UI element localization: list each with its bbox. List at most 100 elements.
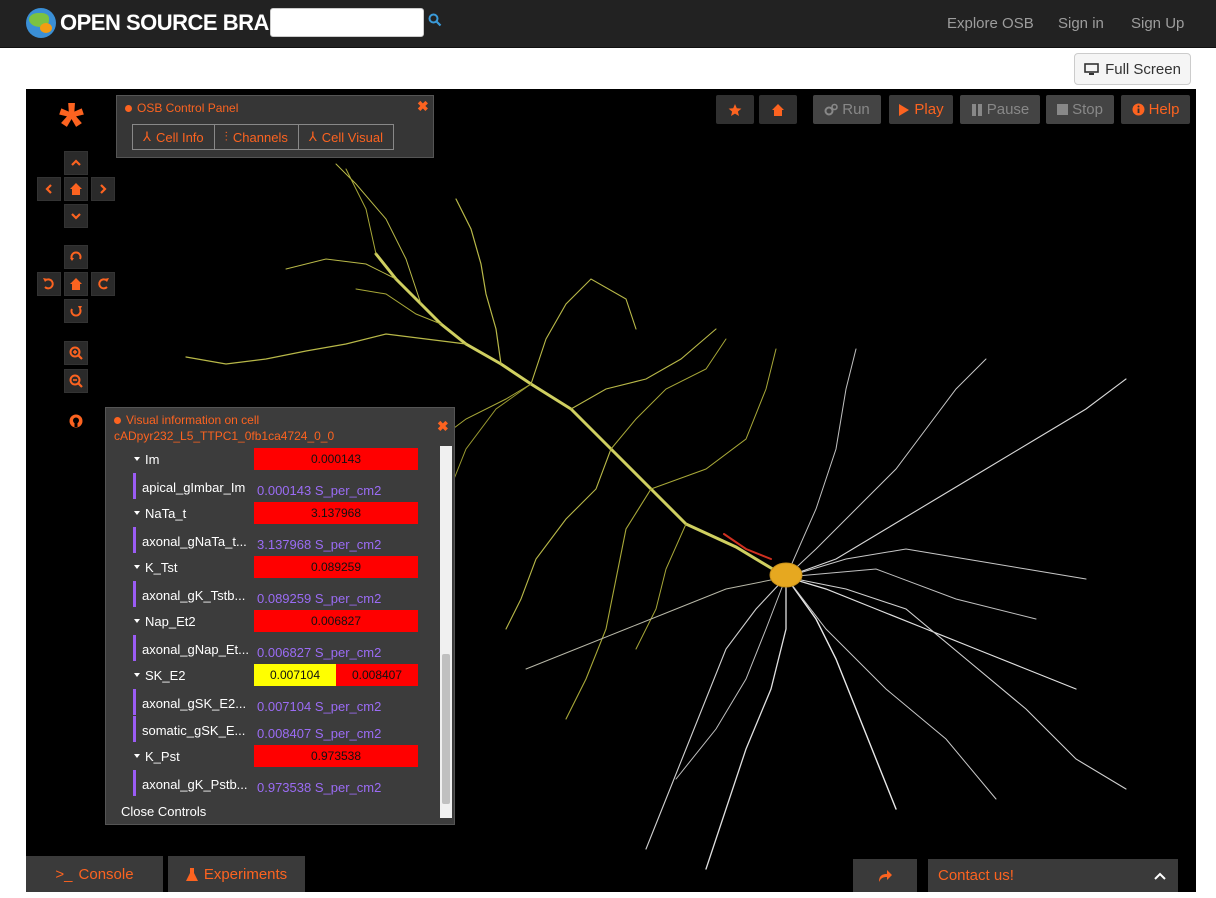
osb-logo-asterisk[interactable]: * (59, 93, 84, 157)
rotate-left-button[interactable] (37, 272, 61, 296)
tab-channels[interactable]: ⫶ Channels (215, 125, 299, 149)
github-button[interactable] (64, 409, 88, 433)
tab-cell-visual[interactable]: ⅄ Cell Visual (299, 125, 393, 149)
channel-group-row[interactable]: SK_E2 0.007104 0.008407 (106, 662, 439, 688)
conductance-bar: 0.008407 (336, 664, 418, 686)
leaf-marker (133, 635, 136, 661)
caret-down-icon[interactable] (134, 619, 140, 623)
fullscreen-label: Full Screen (1105, 60, 1181, 78)
pause-button[interactable]: Pause (960, 95, 1040, 124)
star-icon (728, 103, 742, 116)
stop-icon (1057, 104, 1069, 115)
github-icon (69, 414, 83, 428)
scrollbar-thumb[interactable] (442, 654, 450, 804)
contact-us-bar[interactable]: Contact us! (928, 859, 1178, 892)
pan-home-button[interactable] (64, 177, 88, 201)
zoom-in-icon (69, 346, 83, 360)
value-unit: S_per_cm2 (314, 591, 382, 606)
conductance-bar: 3.137968 (254, 502, 418, 524)
pan-right-button[interactable] (91, 177, 115, 201)
caret-down-icon[interactable] (134, 511, 140, 515)
rotate-icon (70, 251, 82, 261)
parameter-value: 0.973538 S_per_cm2 (257, 780, 381, 795)
value-number: 0.006827 (257, 645, 312, 660)
nav-explore-link[interactable]: Explore OSB (947, 15, 1034, 32)
run-label: Run (842, 101, 870, 118)
brain-logo-icon (26, 8, 56, 38)
channel-name: NaTa_t (145, 506, 187, 521)
value-unit: S_per_cm2 (314, 537, 382, 552)
rotate-up-button[interactable] (64, 245, 88, 269)
search-input[interactable] (270, 8, 424, 37)
console-tab[interactable]: >_ Console (26, 856, 163, 892)
channel-leaf-row[interactable]: axonal_gNaTa_t... 3.137968 S_per_cm2 (106, 527, 439, 553)
caret-down-icon[interactable] (134, 565, 140, 569)
channel-leaf-row[interactable]: axonal_gK_Pstb... 0.973538 S_per_cm2 (106, 770, 439, 796)
brand[interactable]: OPEN SOURCE BRAIN (26, 7, 290, 39)
caret-down-icon[interactable] (134, 457, 140, 461)
channel-group-row[interactable]: NaTa_t 3.137968 (106, 500, 439, 526)
caret-down-icon[interactable] (134, 754, 140, 758)
pan-left-button[interactable] (37, 177, 61, 201)
panel-scrollbar[interactable] (440, 446, 452, 818)
parameter-value: 0.007104 S_per_cm2 (257, 699, 381, 714)
zoom-in-button[interactable] (64, 341, 88, 365)
leaf-marker (133, 473, 136, 499)
pan-down-button[interactable] (64, 204, 88, 228)
pan-up-button[interactable] (64, 151, 88, 175)
tab-cell-info[interactable]: ⅄ Cell Info (133, 125, 215, 149)
channel-leaf-row[interactable]: axonal_gK_Tstb... 0.089259 S_per_cm2 (106, 581, 439, 607)
close-icon[interactable]: ✖ (437, 418, 449, 435)
close-icon[interactable]: ✖ (417, 98, 429, 115)
control-panel-title: OSB Control Panel (125, 101, 238, 115)
rotate-home-button[interactable] (64, 272, 88, 296)
top-navbar: OPEN SOURCE BRAIN Explore OSB Sign in Si… (0, 0, 1216, 48)
leaf-marker (133, 527, 136, 553)
conductance-bar: 0.973538 (254, 745, 418, 767)
star-button[interactable] (716, 95, 754, 124)
share-icon (879, 869, 892, 882)
status-dot-icon (125, 104, 132, 112)
parameter-name: axonal_gNap_Et... (142, 642, 249, 657)
chevron-left-icon (45, 184, 52, 194)
parameter-name: apical_gImbar_Im (142, 480, 246, 495)
rotate-right-button[interactable] (91, 272, 115, 296)
parameter-value: 0.006827 S_per_cm2 (257, 645, 381, 660)
nav-signup-link[interactable]: Sign Up (1131, 15, 1184, 32)
leaf-marker (133, 689, 136, 715)
search-icon[interactable] (428, 13, 442, 27)
channel-group-row[interactable]: K_Pst 0.973538 (106, 743, 439, 769)
experiments-tab[interactable]: Experiments (168, 856, 305, 892)
nav-signin-link[interactable]: Sign in (1058, 15, 1104, 32)
monitor-icon (1084, 62, 1099, 75)
help-button[interactable]: Help (1121, 95, 1190, 124)
chevron-right-icon (100, 184, 107, 194)
parameter-value: 3.137968 S_per_cm2 (257, 537, 381, 552)
run-button[interactable]: Run (813, 95, 881, 124)
channel-leaf-row[interactable]: axonal_gNap_Et... 0.006827 S_per_cm2 (106, 635, 439, 661)
channel-leaf-row[interactable]: apical_gImbar_Im 0.000143 S_per_cm2 (106, 473, 439, 499)
value-number: 0.000143 (257, 483, 312, 498)
zoom-out-button[interactable] (64, 369, 88, 393)
rotate-down-button[interactable] (64, 299, 88, 323)
channel-name: Nap_Et2 (145, 614, 196, 629)
channel-group-row[interactable]: Im 0.000143 (106, 446, 439, 472)
value-unit: S_per_cm2 (314, 780, 382, 795)
close-controls-link[interactable]: Close Controls (121, 804, 206, 819)
value-number: 0.007104 (257, 699, 312, 714)
play-button[interactable]: Play (889, 95, 953, 124)
caret-down-icon[interactable] (134, 673, 140, 677)
channel-leaf-row[interactable]: axonal_gSK_E2... 0.007104 S_per_cm2 (106, 689, 439, 715)
share-button[interactable] (853, 859, 917, 892)
channel-leaf-row[interactable]: somatic_gSK_E... 0.008407 S_per_cm2 (106, 716, 439, 742)
rotate-cw-icon (98, 278, 109, 290)
status-dot-icon (114, 417, 121, 424)
channel-group-row[interactable]: Nap_Et2 0.006827 (106, 608, 439, 634)
stop-button[interactable]: Stop (1046, 95, 1114, 124)
home-toolbar-button[interactable] (759, 95, 797, 124)
fullscreen-button[interactable]: Full Screen (1074, 53, 1191, 85)
3d-canvas[interactable]: * Run Play Pause Stop Help OSB Control P… (26, 89, 1196, 892)
channel-group-row[interactable]: K_Tst 0.089259 (106, 554, 439, 580)
channel-name: K_Tst (145, 560, 178, 575)
value-unit: S_per_cm2 (314, 483, 382, 498)
